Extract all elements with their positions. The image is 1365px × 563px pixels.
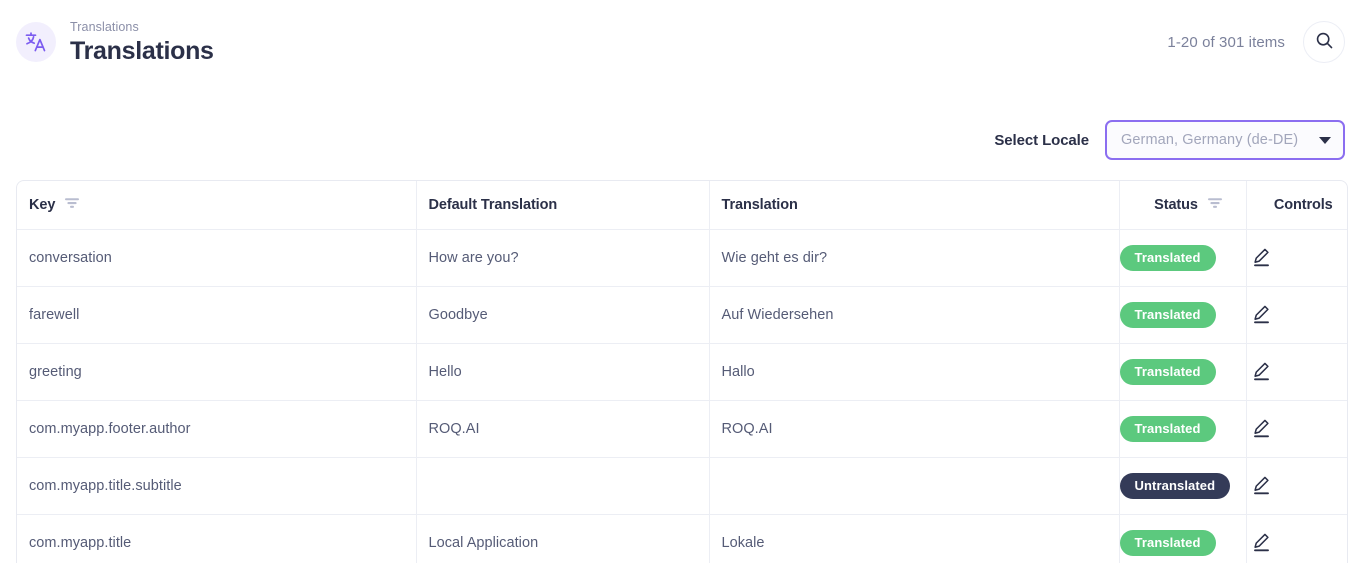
column-header-default-translation: Default Translation: [416, 181, 710, 230]
brand-text: Translations Translations: [70, 19, 214, 66]
cell-controls: [1246, 400, 1347, 458]
table-row: farewell Goodbye Auf Wiedersehen Translated: [17, 286, 1347, 344]
cell-translation: [709, 457, 1120, 515]
column-label: Status: [1154, 196, 1198, 213]
page-header: Translations Translations 1-20 of 301 it…: [0, 0, 1365, 84]
edit-button[interactable]: [1247, 243, 1277, 273]
table-header-row: Key Default Translation Translation Stat…: [17, 181, 1347, 230]
status-badge: Translated: [1119, 415, 1216, 442]
page-title: Translations: [70, 36, 214, 65]
cell-key: conversation: [17, 229, 417, 287]
cell-controls: [1246, 457, 1347, 515]
status-badge: Translated: [1119, 358, 1216, 385]
pencil-icon: [1251, 303, 1272, 327]
cell-default-translation: Hello: [416, 343, 710, 401]
table-row: conversation How are you? Wie geht es dir?…: [17, 229, 1347, 287]
pencil-icon: [1251, 474, 1272, 498]
locale-select[interactable]: German, Germany (de-DE): [1105, 120, 1345, 160]
edit-button[interactable]: [1247, 300, 1277, 330]
brand: Translations Translations: [16, 19, 214, 66]
edit-button[interactable]: [1247, 471, 1277, 501]
pencil-icon: [1251, 246, 1272, 270]
breadcrumb: Translations: [70, 19, 139, 34]
cell-controls: [1246, 514, 1347, 563]
pencil-icon: [1251, 360, 1272, 384]
cell-translation: ROQ.AI: [709, 400, 1120, 458]
cell-status: Translated: [1119, 229, 1247, 287]
cell-translation: Auf Wiedersehen: [709, 286, 1120, 344]
cell-default-translation: ROQ.AI: [416, 400, 710, 458]
cell-default-translation: [416, 457, 710, 515]
pencil-icon: [1251, 417, 1272, 441]
header-actions: 1-20 of 301 items: [1167, 21, 1345, 63]
cell-controls: [1246, 343, 1347, 401]
column-label: Key: [29, 196, 56, 213]
table-row: com.myapp.title.subtitle Untranslated: [17, 457, 1347, 515]
translations-table: Key Default Translation Translation Stat…: [16, 180, 1348, 563]
status-badge: Untranslated: [1119, 472, 1231, 499]
cell-key: farewell: [17, 286, 417, 344]
cell-default-translation: How are you?: [416, 229, 710, 287]
cell-status: Translated: [1119, 514, 1247, 563]
edit-button[interactable]: [1247, 528, 1277, 558]
locale-label: Select Locale: [994, 131, 1089, 149]
status-badge: Translated: [1119, 301, 1216, 328]
chevron-down-icon: [1319, 136, 1331, 144]
search-icon: [1315, 31, 1334, 53]
locale-selected-value: German, Germany (de-DE): [1121, 132, 1299, 148]
filter-icon[interactable]: [64, 195, 80, 215]
cell-default-translation: Local Application: [416, 514, 710, 563]
cell-status: Translated: [1119, 343, 1247, 401]
cell-status: Untranslated: [1119, 457, 1247, 515]
cell-status: Translated: [1119, 400, 1247, 458]
column-header-translation: Translation: [709, 181, 1120, 230]
filter-icon[interactable]: [1207, 195, 1223, 215]
column-label: Translation: [721, 196, 798, 213]
column-header-status[interactable]: Status: [1119, 181, 1247, 230]
cell-translation: Hallo: [709, 343, 1120, 401]
table-row: greeting Hello Hallo Translated: [17, 343, 1347, 401]
locale-selector-row: Select Locale German, Germany (de-DE): [0, 112, 1365, 168]
cell-controls: [1246, 229, 1347, 287]
column-label: Default Translation: [428, 196, 558, 213]
cell-key: com.myapp.title: [17, 514, 417, 563]
pencil-icon: [1251, 531, 1272, 555]
edit-button[interactable]: [1247, 357, 1277, 387]
item-count: 1-20 of 301 items: [1167, 33, 1285, 51]
cell-translation: Wie geht es dir?: [709, 229, 1120, 287]
status-badge: Translated: [1119, 529, 1216, 556]
translate-icon: [16, 22, 56, 62]
cell-status: Translated: [1119, 286, 1247, 344]
cell-controls: [1246, 286, 1347, 344]
cell-key: greeting: [17, 343, 417, 401]
column-header-controls: Controls: [1246, 181, 1347, 230]
status-badge: Translated: [1119, 244, 1216, 271]
cell-translation: Lokale: [709, 514, 1120, 563]
table-row: com.myapp.footer.author ROQ.AI ROQ.AI Trans…: [17, 400, 1347, 458]
column-header-key[interactable]: Key: [17, 181, 417, 230]
table-row: com.myapp.title Local Application Lokale Tr…: [17, 514, 1347, 563]
cell-key: com.myapp.footer.author: [17, 400, 417, 458]
cell-key: com.myapp.title.subtitle: [17, 457, 417, 515]
table-body: conversation How are you? Wie geht es dir?…: [17, 229, 1347, 563]
column-label: Controls: [1273, 196, 1333, 213]
search-button[interactable]: [1303, 21, 1345, 63]
edit-button[interactable]: [1247, 414, 1277, 444]
cell-default-translation: Goodbye: [416, 286, 710, 344]
